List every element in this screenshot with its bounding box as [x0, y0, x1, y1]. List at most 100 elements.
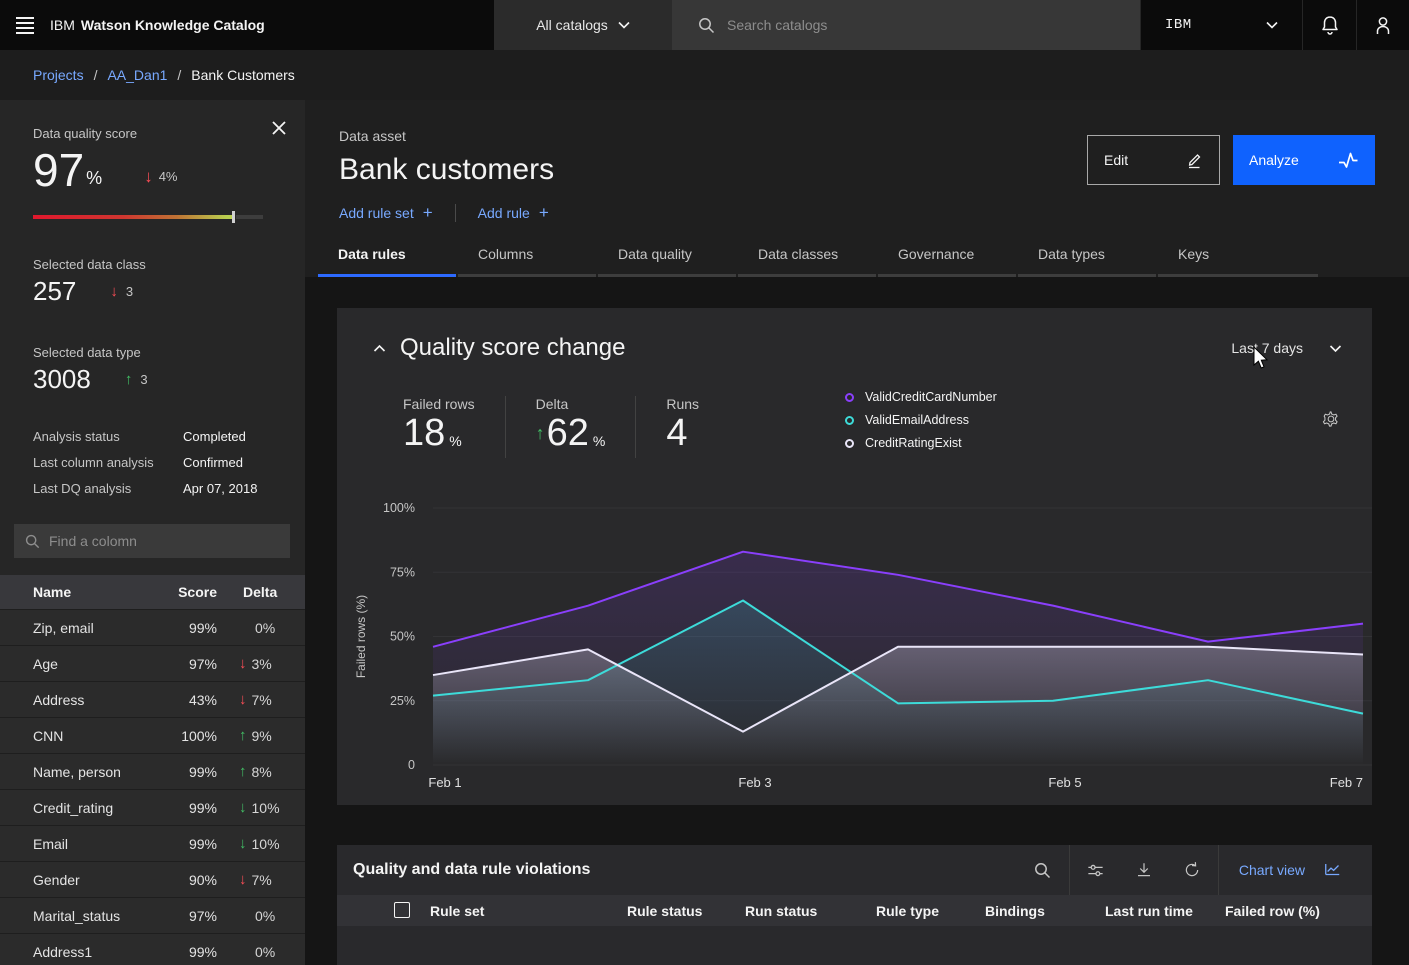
table-row[interactable]: Zip, email99% 0%	[0, 609, 305, 645]
top-nav: IBM Watson Knowledge Catalog All catalog…	[0, 0, 1409, 50]
account-selector[interactable]: IBM	[1140, 0, 1302, 50]
app: IBM Watson Knowledge Catalog All catalog…	[0, 0, 1409, 965]
profile-button[interactable]	[1356, 0, 1409, 50]
cell-delta: 0%	[217, 908, 305, 924]
table-row[interactable]: Marital_status97% 0%	[0, 897, 305, 933]
table-row[interactable]: Gender90%↓7%	[0, 861, 305, 897]
close-icon[interactable]	[269, 118, 289, 138]
toolbar-divider	[1218, 845, 1219, 895]
header-name: Name	[0, 584, 155, 600]
cell-delta-value: 0%	[255, 908, 275, 924]
score-label: Data quality score	[33, 126, 305, 141]
cell-delta: 0%	[217, 620, 305, 636]
x-tick-label: Feb 3	[738, 775, 771, 790]
breadcrumb-link-project[interactable]: AA_Dan1	[107, 67, 167, 83]
cell-score: 99%	[155, 764, 217, 780]
cell-score: 43%	[155, 692, 217, 708]
reset-button[interactable]	[1168, 845, 1216, 895]
cell-score: 97%	[155, 908, 217, 924]
violations-table-header: Rule setRule statusRun statusRule typeBi…	[337, 895, 1372, 926]
header-delta: Delta	[217, 584, 305, 600]
plus-icon: +	[539, 203, 549, 223]
user-icon	[1373, 15, 1393, 36]
app-brand: IBM Watson Knowledge Catalog	[50, 0, 494, 50]
add-rule-link[interactable]: Add rule +	[478, 203, 549, 223]
table-row[interactable]: Age97%↓3%	[0, 645, 305, 681]
tab-columns[interactable]: Columns	[458, 246, 596, 277]
arrow-spacer	[239, 944, 250, 960]
cell-score: 100%	[155, 728, 217, 744]
edit-button[interactable]: Edit	[1087, 135, 1220, 185]
x-tick-label: Feb 5	[1048, 775, 1081, 790]
tab-data-classes[interactable]: Data classes	[738, 246, 876, 277]
table-row[interactable]: Name, person99%↑8%	[0, 753, 305, 789]
menu-icon[interactable]	[0, 0, 50, 50]
cell-delta: ↓10%	[217, 836, 305, 852]
violations-header-failed-row-: Failed row (%)	[1225, 903, 1320, 919]
arrow-down-icon: ↓	[110, 284, 118, 299]
cell-delta: ↓10%	[217, 800, 305, 816]
violations-panel: Quality and data rule violations	[337, 845, 1372, 965]
settings-adjust-icon	[1086, 861, 1105, 880]
plus-icon: +	[423, 203, 433, 223]
activity-icon	[1337, 150, 1359, 170]
account-label: IBM	[1165, 17, 1192, 33]
table-row[interactable]: Address199% 0%	[0, 933, 305, 965]
status-value: Completed	[183, 429, 305, 444]
catalog-search	[672, 0, 1140, 50]
cell-delta-value: 3%	[252, 656, 272, 672]
table-row[interactable]: CNN100%↑9%	[0, 717, 305, 753]
select-all-checkbox[interactable]	[394, 902, 410, 918]
sidebar-metric: Selected data class257↓3	[33, 257, 305, 307]
cell-delta-value: 10%	[252, 836, 280, 852]
column-search	[14, 524, 290, 558]
arrow-down-icon: ↓	[239, 872, 247, 887]
violations-header-run-status: Run status	[745, 903, 817, 919]
metric-value: 3008	[33, 364, 91, 395]
arrow-up-icon: ↑	[239, 764, 247, 779]
series-area-CreditRatingExist	[433, 647, 1363, 765]
table-row[interactable]: Email99%↓10%	[0, 825, 305, 861]
breadcrumb-link-projects[interactable]: Projects	[33, 67, 84, 83]
table-search-button[interactable]	[1019, 845, 1067, 895]
columns-table: Name Score Delta Zip, email99% 0%Age97%↓…	[0, 575, 305, 965]
chart-view-toggle[interactable]: Chart view	[1221, 861, 1352, 879]
y-tick-label: 50%	[390, 630, 415, 644]
asset-header: Data asset Bank customers Add rule set+ …	[305, 100, 1409, 277]
cell-delta: ↓7%	[217, 872, 305, 888]
violations-header-rule-set: Rule set	[430, 903, 484, 919]
filter-settings-button[interactable]	[1072, 845, 1120, 895]
catalog-selector[interactable]: All catalogs	[494, 0, 672, 50]
arrow-down-icon: ↓	[239, 656, 247, 671]
cell-delta-value: 0%	[255, 620, 275, 636]
tab-data-rules[interactable]: Data rules	[318, 246, 456, 277]
analyze-button[interactable]: Analyze	[1233, 135, 1375, 185]
search-icon	[698, 17, 715, 34]
add-rule-set-link[interactable]: Add rule set+	[339, 203, 433, 223]
add-rule-label: Add rule	[478, 205, 530, 221]
cell-delta: ↑9%	[217, 728, 305, 744]
tab-data-types[interactable]: Data types	[1018, 246, 1156, 277]
download-button[interactable]	[1120, 845, 1168, 895]
tab-data-quality[interactable]: Data quality	[598, 246, 736, 277]
violations-title: Quality and data rule violations	[353, 861, 590, 879]
cell-score: 99%	[155, 836, 217, 852]
x-tick-label: Feb 7	[1330, 775, 1363, 790]
table-row[interactable]: Address43%↓7%	[0, 681, 305, 717]
find-column-input[interactable]	[49, 533, 269, 549]
columns-table-header: Name Score Delta	[0, 575, 305, 609]
table-row[interactable]: Credit_rating99%↓10%	[0, 789, 305, 825]
cell-name: Address1	[0, 944, 155, 960]
breadcrumb-current: Bank Customers	[191, 67, 294, 83]
search-icon	[1034, 862, 1051, 879]
tab-governance[interactable]: Governance	[878, 246, 1016, 277]
search-input[interactable]	[727, 17, 1067, 33]
chart-view-label: Chart view	[1239, 862, 1305, 878]
y-tick-label: 100%	[383, 501, 415, 515]
cell-score: 90%	[155, 872, 217, 888]
score-gradient-bar	[33, 215, 263, 219]
cell-name: Marital_status	[0, 908, 155, 924]
notifications-button[interactable]	[1302, 0, 1356, 50]
violations-header-last-run-time: Last run time	[1105, 903, 1193, 919]
tab-keys[interactable]: Keys	[1158, 246, 1318, 277]
